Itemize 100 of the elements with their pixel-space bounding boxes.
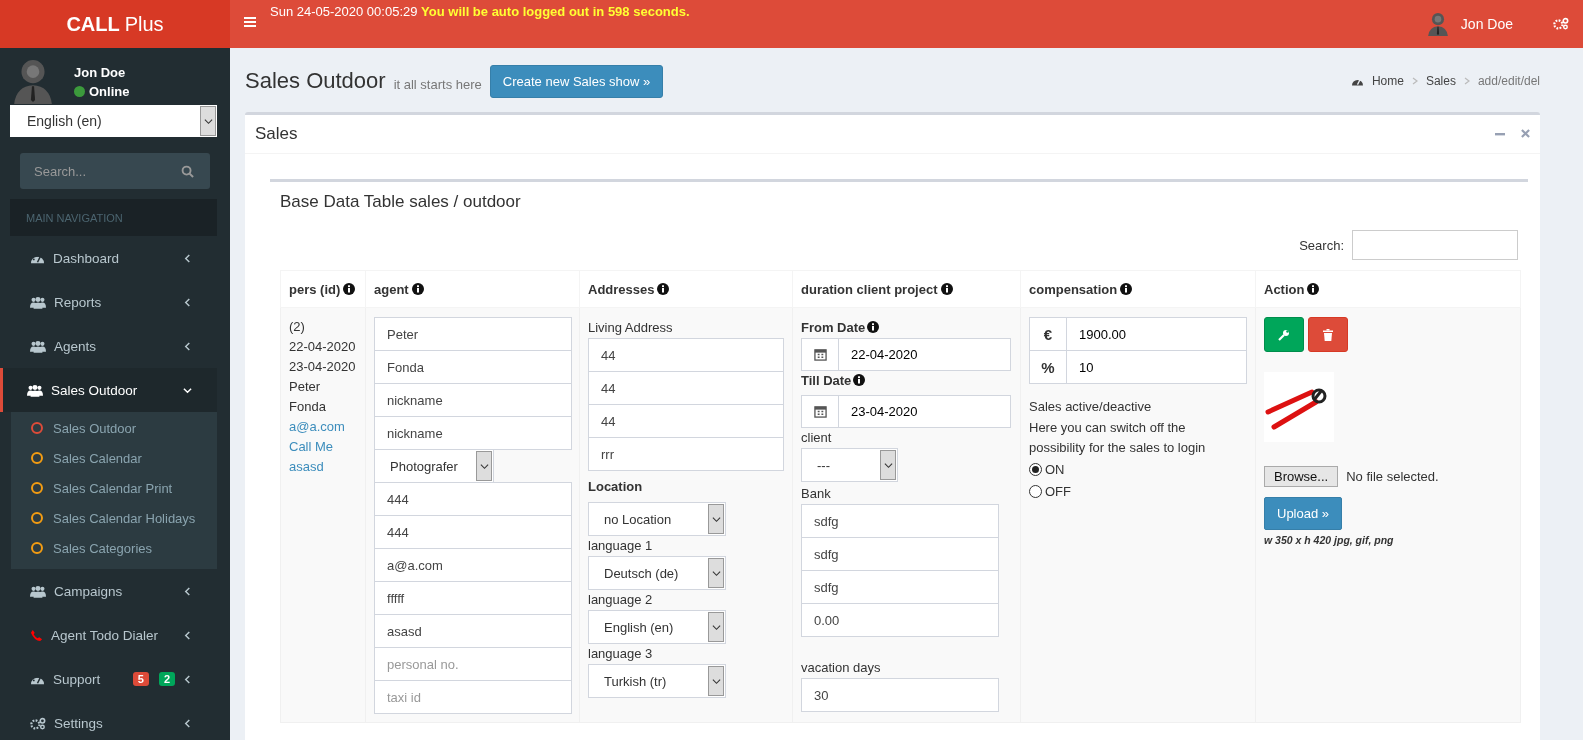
input-field[interactable]: 44: [588, 371, 784, 405]
column-header: Addresses: [579, 270, 793, 308]
input-field[interactable]: 44: [588, 404, 784, 438]
breadcrumb-link[interactable]: Home: [1371, 74, 1404, 88]
nav-item[interactable]: Reports: [0, 280, 217, 324]
brand-logo[interactable]: CALL Plus: [0, 0, 230, 48]
close-icon[interactable]: [1521, 129, 1530, 138]
nav-subitem[interactable]: Sales Calendar Holidays: [11, 503, 217, 533]
chevron-icon: [183, 630, 192, 640]
agent-detail: Peter: [289, 378, 322, 396]
phone-icon: [30, 628, 43, 642]
file-status: No file selected.: [1346, 469, 1439, 484]
nav-subitem[interactable]: Sales Outdoor: [11, 413, 217, 443]
field-label: From Date: [801, 318, 1012, 338]
client-select[interactable]: ---: [801, 448, 898, 482]
language-select[interactable]: English (en): [10, 105, 217, 137]
input-field[interactable]: nickname: [374, 383, 572, 417]
language-select[interactable]: Turkish (tr): [588, 664, 726, 698]
nav-subitem[interactable]: Sales Calendar Print: [11, 473, 217, 503]
trash-icon: [1323, 328, 1333, 341]
nav-item[interactable]: Dashboard: [0, 236, 217, 280]
chevron-icon: [183, 385, 192, 395]
column-header: duration client project: [792, 270, 1021, 308]
delete-button[interactable]: [1308, 317, 1348, 352]
edit-button[interactable]: [1264, 317, 1304, 352]
input-field[interactable]: sdfg: [801, 570, 999, 604]
agent-detail: 23-04-2020: [289, 358, 357, 376]
search-field[interactable]: [1352, 230, 1518, 260]
chevron-icon: [183, 586, 192, 596]
separator-icon: [1411, 77, 1418, 85]
user-name[interactable]: Jon Doe: [1460, 16, 1513, 33]
amount-field[interactable]: 1900.00: [1067, 317, 1247, 351]
info-icon: [411, 282, 424, 295]
input-field[interactable]: 444: [374, 515, 572, 549]
job-select[interactable]: Photografer: [374, 449, 494, 483]
calendar-icon: [813, 348, 827, 361]
settings-icon[interactable]: [1553, 17, 1569, 30]
field-label: language 2: [588, 591, 654, 609]
date-field[interactable]: 22-04-2020: [839, 338, 1011, 371]
field-label: Living Address: [588, 319, 674, 337]
search-icon: [181, 164, 194, 178]
section-heading: Sales active/deactive: [1029, 398, 1153, 416]
description-text: Here you can switch off the possibility for the sales to login: [1029, 419, 1207, 457]
input-field[interactable]: sdfg: [801, 504, 999, 538]
field-label: language 1: [588, 537, 654, 555]
input-field[interactable]: 44: [588, 338, 784, 372]
radio-option[interactable]: OFF: [1029, 480, 1247, 502]
nav-item[interactable]: Agents: [0, 324, 217, 368]
language-select[interactable]: Deutsch (de): [588, 556, 726, 590]
nav-item[interactable]: Campaigns: [0, 569, 217, 613]
amount-field[interactable]: 10: [1067, 350, 1247, 384]
agent-link[interactable]: a@a.com: [289, 419, 345, 434]
radio-option[interactable]: ON: [1029, 458, 1247, 480]
column-header: pers (id): [280, 270, 366, 308]
count-badge: 5: [132, 672, 149, 686]
input-field[interactable]: Fonda: [374, 350, 572, 384]
chevron-icon: [183, 253, 192, 263]
agent-detail: (2): [289, 318, 306, 336]
page-subtitle: it all starts here: [393, 76, 482, 92]
session-timer: Sun 24-05-2020 00:05:29 You will be auto logged out in 598 seconds.: [270, 4, 690, 19]
create-button[interactable]: Create new Sales show »: [489, 64, 664, 98]
nav-heading: MAIN NAVIGATION: [10, 199, 217, 236]
upload-button[interactable]: Upload »: [1264, 497, 1343, 530]
wrench-icon: [1278, 328, 1290, 341]
location-select[interactable]: no Location: [588, 502, 726, 536]
input-field[interactable]: 0.00: [801, 603, 999, 637]
input-field[interactable]: Peter: [374, 317, 572, 351]
online-status: Online: [74, 84, 130, 99]
nav-item[interactable]: Settings: [0, 701, 217, 740]
agent-detail: Fonda: [289, 398, 327, 416]
input-field[interactable]: asasd: [374, 614, 572, 648]
separator-icon: [1463, 77, 1470, 85]
nav-item[interactable]: Support 5 2: [0, 657, 217, 701]
input-field[interactable]: 444: [374, 482, 572, 516]
date-field[interactable]: 23-04-2020: [839, 395, 1011, 428]
nav-item[interactable]: Sales Outdoor: [0, 368, 217, 412]
nav-subitem[interactable]: Sales Calendar: [11, 443, 217, 473]
info-icon: [867, 321, 880, 333]
input-field[interactable]: fffff: [374, 581, 572, 615]
input-field[interactable]: rrr: [588, 437, 784, 471]
users-icon: [30, 295, 46, 309]
field-label: language 3: [588, 645, 654, 663]
input-field[interactable]: a@a.com: [374, 548, 572, 582]
info-icon: [657, 282, 670, 295]
chevron-icon: [183, 674, 192, 684]
input-field[interactable]: sdfg: [801, 537, 999, 571]
input-field[interactable]: nickname: [374, 416, 572, 450]
agent-link[interactable]: asasd: [289, 459, 324, 474]
language-select[interactable]: English (en): [588, 610, 726, 644]
agent-link[interactable]: Call Me: [289, 439, 334, 454]
menu-icon[interactable]: [244, 17, 256, 27]
nav-item[interactable]: Agent Todo Dialer: [0, 613, 217, 657]
input-field[interactable]: personal no.: [374, 647, 572, 681]
browse-button[interactable]: Browse...: [1264, 466, 1339, 487]
breadcrumb-link[interactable]: Sales: [1425, 74, 1456, 88]
input-field[interactable]: 30: [801, 678, 999, 712]
nav-subitem[interactable]: Sales Categories: [11, 533, 217, 563]
input-field[interactable]: taxi id: [374, 680, 572, 714]
count-badge: 2: [158, 672, 175, 686]
pliers-drawing: [1264, 372, 1334, 442]
